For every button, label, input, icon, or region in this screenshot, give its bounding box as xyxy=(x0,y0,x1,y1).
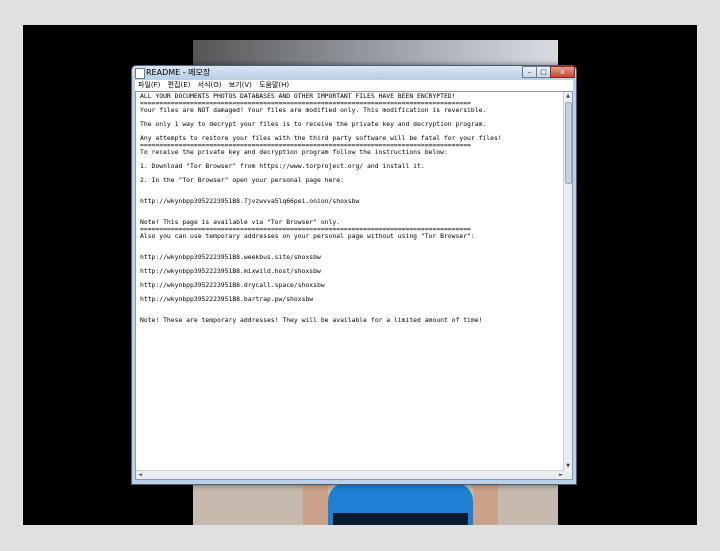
document-line: http://wkynbpp3952223951B8.mixwild.host/… xyxy=(140,267,321,275)
vertical-scroll-thumb[interactable] xyxy=(565,102,572,184)
scroll-up-icon[interactable]: ▲ xyxy=(564,92,572,100)
document-line: http://wkynbpp3952223951B8.weekbus.site/… xyxy=(140,253,321,261)
document-line: http://wkynbpp3952223951B8.bartrap.pw/sh… xyxy=(140,295,314,303)
notepad-window: README - 메모장 – □ x 파일(F) 편집(E) 서식(O) 보기(… xyxy=(131,65,577,485)
resize-grip[interactable] xyxy=(564,471,572,479)
horizontal-scrollbar[interactable]: ◄ ► xyxy=(136,470,565,479)
menu-view[interactable]: 보기(V) xyxy=(229,80,252,91)
close-button[interactable]: x xyxy=(550,66,575,78)
photo-arm-left xyxy=(303,485,328,525)
document-text[interactable]: ALL YOUR DOCUMENTS PHOTOS DATABASES AND … xyxy=(140,93,560,478)
minimize-button[interactable]: – xyxy=(522,66,537,78)
photo-dark-band xyxy=(333,513,468,525)
vertical-scrollbar[interactable]: ▲ ▼ xyxy=(563,92,572,470)
document-line: 1. Download "Tor Browser" from https://w… xyxy=(140,162,425,170)
window-title: README - 메모장 xyxy=(146,68,211,77)
document-line: http://wkynbpp3952223951B8.drycall.space… xyxy=(140,281,325,289)
menu-file[interactable]: 파일(F) xyxy=(138,80,160,91)
text-editor[interactable]: ALL YOUR DOCUMENTS PHOTOS DATABASES AND … xyxy=(135,91,573,480)
maximize-button[interactable]: □ xyxy=(536,66,551,78)
menu-edit[interactable]: 편집(E) xyxy=(168,80,191,91)
scroll-down-icon[interactable]: ▼ xyxy=(564,462,572,470)
document-line: Note! These are temporary addresses! The… xyxy=(140,316,483,324)
menu-bar: 파일(F) 편집(E) 서식(O) 보기(V) 도움말(H) xyxy=(135,80,573,91)
document-line: Your files are NOT damaged! Your files a… xyxy=(140,106,487,114)
document-line: Also you can use temporary addresses on … xyxy=(140,232,475,240)
notepad-icon xyxy=(135,68,145,79)
scroll-left-icon[interactable]: ◄ xyxy=(136,471,144,479)
title-bar[interactable]: README - 메모장 – □ x xyxy=(132,66,576,79)
document-line: 2. In the "Tor Browser" open your person… xyxy=(140,176,344,184)
document-line: http://wkynbpp3952223951B8.7jvzwvva5lq66… xyxy=(140,197,360,205)
menu-format[interactable]: 서식(O) xyxy=(198,80,222,91)
document-line: To receive the private key and decryptio… xyxy=(140,148,448,156)
document-line: The only 1 way to decrypt your files is … xyxy=(140,120,487,128)
photo-arm-right xyxy=(473,485,498,525)
menu-help[interactable]: 도움말(H) xyxy=(259,80,289,91)
